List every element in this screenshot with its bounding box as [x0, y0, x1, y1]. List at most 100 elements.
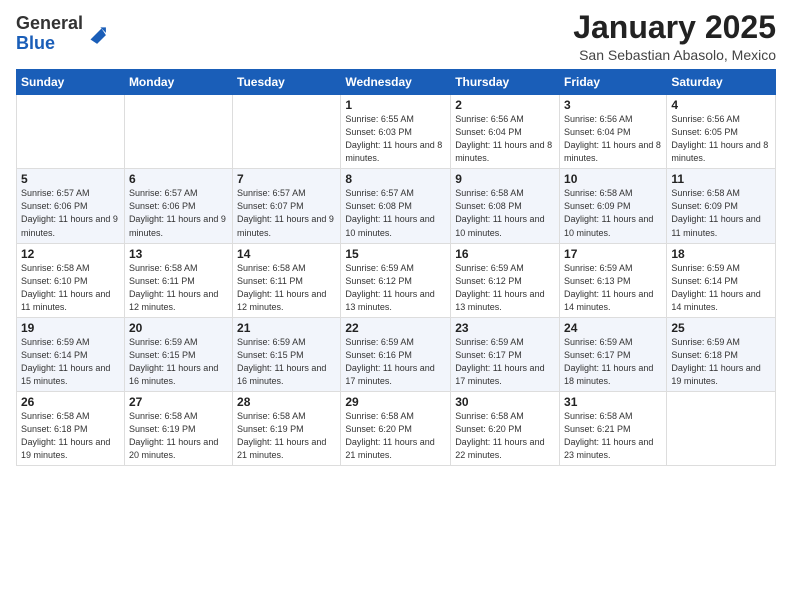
day-number: 16 [455, 247, 555, 261]
calendar-cell: 19Sunrise: 6:59 AM Sunset: 6:14 PM Dayli… [17, 317, 125, 391]
day-number: 17 [564, 247, 662, 261]
calendar-header-row: Sunday Monday Tuesday Wednesday Thursday… [17, 70, 776, 95]
calendar-cell: 4Sunrise: 6:56 AM Sunset: 6:05 PM Daylig… [667, 95, 776, 169]
day-number: 8 [345, 172, 446, 186]
day-info: Sunrise: 6:58 AM Sunset: 6:18 PM Dayligh… [21, 410, 120, 462]
day-info: Sunrise: 6:59 AM Sunset: 6:17 PM Dayligh… [564, 336, 662, 388]
calendar-cell: 25Sunrise: 6:59 AM Sunset: 6:18 PM Dayli… [667, 317, 776, 391]
day-number: 26 [21, 395, 120, 409]
calendar-cell: 9Sunrise: 6:58 AM Sunset: 6:08 PM Daylig… [451, 169, 560, 243]
day-number: 15 [345, 247, 446, 261]
day-info: Sunrise: 6:56 AM Sunset: 6:05 PM Dayligh… [671, 113, 771, 165]
day-info: Sunrise: 6:58 AM Sunset: 6:09 PM Dayligh… [564, 187, 662, 239]
calendar-cell [124, 95, 232, 169]
day-number: 4 [671, 98, 771, 112]
day-info: Sunrise: 6:58 AM Sunset: 6:08 PM Dayligh… [455, 187, 555, 239]
calendar-cell: 31Sunrise: 6:58 AM Sunset: 6:21 PM Dayli… [560, 391, 667, 465]
calendar-cell: 3Sunrise: 6:56 AM Sunset: 6:04 PM Daylig… [560, 95, 667, 169]
calendar-cell: 12Sunrise: 6:58 AM Sunset: 6:10 PM Dayli… [17, 243, 125, 317]
day-info: Sunrise: 6:56 AM Sunset: 6:04 PM Dayligh… [455, 113, 555, 165]
day-info: Sunrise: 6:58 AM Sunset: 6:20 PM Dayligh… [345, 410, 446, 462]
day-info: Sunrise: 6:59 AM Sunset: 6:12 PM Dayligh… [455, 262, 555, 314]
day-info: Sunrise: 6:58 AM Sunset: 6:20 PM Dayligh… [455, 410, 555, 462]
day-number: 22 [345, 321, 446, 335]
day-info: Sunrise: 6:59 AM Sunset: 6:17 PM Dayligh… [455, 336, 555, 388]
day-number: 1 [345, 98, 446, 112]
day-info: Sunrise: 6:57 AM Sunset: 6:06 PM Dayligh… [21, 187, 120, 239]
location: San Sebastian Abasolo, Mexico [573, 47, 776, 63]
day-number: 11 [671, 172, 771, 186]
calendar-cell: 20Sunrise: 6:59 AM Sunset: 6:15 PM Dayli… [124, 317, 232, 391]
col-sunday: Sunday [17, 70, 125, 95]
calendar-cell: 30Sunrise: 6:58 AM Sunset: 6:20 PM Dayli… [451, 391, 560, 465]
day-number: 25 [671, 321, 771, 335]
calendar-cell: 10Sunrise: 6:58 AM Sunset: 6:09 PM Dayli… [560, 169, 667, 243]
day-info: Sunrise: 6:57 AM Sunset: 6:06 PM Dayligh… [129, 187, 228, 239]
day-info: Sunrise: 6:57 AM Sunset: 6:07 PM Dayligh… [237, 187, 336, 239]
day-info: Sunrise: 6:55 AM Sunset: 6:03 PM Dayligh… [345, 113, 446, 165]
day-info: Sunrise: 6:58 AM Sunset: 6:19 PM Dayligh… [129, 410, 228, 462]
day-info: Sunrise: 6:59 AM Sunset: 6:14 PM Dayligh… [21, 336, 120, 388]
col-saturday: Saturday [667, 70, 776, 95]
calendar-cell: 14Sunrise: 6:58 AM Sunset: 6:11 PM Dayli… [233, 243, 341, 317]
day-info: Sunrise: 6:58 AM Sunset: 6:09 PM Dayligh… [671, 187, 771, 239]
day-number: 24 [564, 321, 662, 335]
day-number: 30 [455, 395, 555, 409]
calendar-cell: 8Sunrise: 6:57 AM Sunset: 6:08 PM Daylig… [341, 169, 451, 243]
day-info: Sunrise: 6:59 AM Sunset: 6:14 PM Dayligh… [671, 262, 771, 314]
day-info: Sunrise: 6:58 AM Sunset: 6:11 PM Dayligh… [129, 262, 228, 314]
calendar-cell: 17Sunrise: 6:59 AM Sunset: 6:13 PM Dayli… [560, 243, 667, 317]
title-block: January 2025 San Sebastian Abasolo, Mexi… [573, 10, 776, 63]
calendar-cell: 11Sunrise: 6:58 AM Sunset: 6:09 PM Dayli… [667, 169, 776, 243]
day-info: Sunrise: 6:57 AM Sunset: 6:08 PM Dayligh… [345, 187, 446, 239]
day-number: 14 [237, 247, 336, 261]
calendar-cell [667, 391, 776, 465]
calendar-cell [17, 95, 125, 169]
calendar-cell: 22Sunrise: 6:59 AM Sunset: 6:16 PM Dayli… [341, 317, 451, 391]
calendar-cell: 5Sunrise: 6:57 AM Sunset: 6:06 PM Daylig… [17, 169, 125, 243]
calendar-cell: 18Sunrise: 6:59 AM Sunset: 6:14 PM Dayli… [667, 243, 776, 317]
calendar: Sunday Monday Tuesday Wednesday Thursday… [16, 69, 776, 466]
day-info: Sunrise: 6:56 AM Sunset: 6:04 PM Dayligh… [564, 113, 662, 165]
calendar-cell: 26Sunrise: 6:58 AM Sunset: 6:18 PM Dayli… [17, 391, 125, 465]
logo-general: General [16, 13, 83, 33]
day-number: 2 [455, 98, 555, 112]
col-wednesday: Wednesday [341, 70, 451, 95]
day-number: 23 [455, 321, 555, 335]
day-number: 29 [345, 395, 446, 409]
day-number: 19 [21, 321, 120, 335]
col-tuesday: Tuesday [233, 70, 341, 95]
calendar-cell: 1Sunrise: 6:55 AM Sunset: 6:03 PM Daylig… [341, 95, 451, 169]
day-info: Sunrise: 6:59 AM Sunset: 6:12 PM Dayligh… [345, 262, 446, 314]
day-info: Sunrise: 6:59 AM Sunset: 6:15 PM Dayligh… [237, 336, 336, 388]
col-monday: Monday [124, 70, 232, 95]
day-number: 3 [564, 98, 662, 112]
page: General Blue January 2025 San Sebastian … [0, 0, 792, 612]
calendar-cell: 23Sunrise: 6:59 AM Sunset: 6:17 PM Dayli… [451, 317, 560, 391]
calendar-cell: 28Sunrise: 6:58 AM Sunset: 6:19 PM Dayli… [233, 391, 341, 465]
day-info: Sunrise: 6:58 AM Sunset: 6:11 PM Dayligh… [237, 262, 336, 314]
day-number: 13 [129, 247, 228, 261]
header: General Blue January 2025 San Sebastian … [16, 10, 776, 63]
calendar-cell [233, 95, 341, 169]
calendar-cell: 21Sunrise: 6:59 AM Sunset: 6:15 PM Dayli… [233, 317, 341, 391]
day-number: 20 [129, 321, 228, 335]
calendar-cell: 24Sunrise: 6:59 AM Sunset: 6:17 PM Dayli… [560, 317, 667, 391]
day-number: 6 [129, 172, 228, 186]
calendar-cell: 27Sunrise: 6:58 AM Sunset: 6:19 PM Dayli… [124, 391, 232, 465]
day-number: 21 [237, 321, 336, 335]
day-number: 18 [671, 247, 771, 261]
day-number: 5 [21, 172, 120, 186]
day-info: Sunrise: 6:59 AM Sunset: 6:16 PM Dayligh… [345, 336, 446, 388]
day-number: 31 [564, 395, 662, 409]
logo: General Blue [16, 14, 107, 54]
calendar-cell: 16Sunrise: 6:59 AM Sunset: 6:12 PM Dayli… [451, 243, 560, 317]
logo-blue: Blue [16, 33, 55, 53]
day-info: Sunrise: 6:58 AM Sunset: 6:10 PM Dayligh… [21, 262, 120, 314]
day-info: Sunrise: 6:58 AM Sunset: 6:19 PM Dayligh… [237, 410, 336, 462]
calendar-cell: 13Sunrise: 6:58 AM Sunset: 6:11 PM Dayli… [124, 243, 232, 317]
calendar-cell: 29Sunrise: 6:58 AM Sunset: 6:20 PM Dayli… [341, 391, 451, 465]
calendar-cell: 7Sunrise: 6:57 AM Sunset: 6:07 PM Daylig… [233, 169, 341, 243]
calendar-cell: 15Sunrise: 6:59 AM Sunset: 6:12 PM Dayli… [341, 243, 451, 317]
day-number: 9 [455, 172, 555, 186]
